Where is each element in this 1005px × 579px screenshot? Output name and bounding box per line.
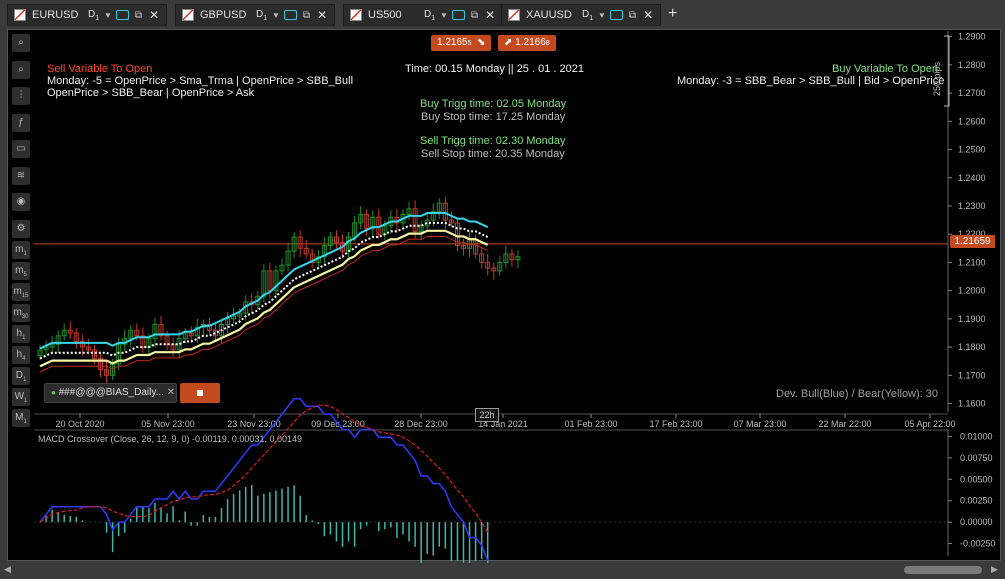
time-tick-label: 17 Feb 23:00 — [649, 419, 702, 429]
period-countdown-tag: 22h — [475, 408, 499, 422]
price-tick-label: 1.2000 — [958, 286, 986, 296]
price-tick-label: 1.2500 — [958, 145, 986, 155]
arrow-up-right-icon: ⬈ — [504, 37, 516, 48]
time-tick-label: 07 Mar 23:00 — [733, 419, 786, 429]
price-tick-label: 1.1700 — [958, 370, 986, 380]
horizontal-scrollbar[interactable] — [0, 563, 1005, 579]
sell-price-button[interactable]: 1.21655 ⬊ — [431, 35, 492, 51]
sell-trigger-time: Sell Trigg time: 02.30 Monday — [420, 135, 566, 147]
deviation-label: Dev. Bull(Blue) / Bear(Yellow): 30 — [776, 388, 939, 400]
stop-icon — [197, 390, 203, 396]
zoom-in-icon[interactable]: ⌕ — [12, 34, 30, 52]
sell-variable-line1: Monday: -5 = OpenPrice > Sma_Trma | Open… — [47, 75, 354, 87]
scroll-right-icon[interactable]: ▶ — [991, 564, 998, 575]
price-tick-label: 1.2800 — [958, 60, 986, 70]
time-tick-label: 20 Oct 2020 — [55, 419, 104, 429]
buy-price-button[interactable]: ⬈ 1.21668 — [498, 35, 556, 51]
macd-tick-label: -0.00250 — [960, 539, 996, 549]
macd-tick-label: 0.00500 — [960, 474, 993, 484]
buy-variable-line1: Monday: -3 = SBB_Bear > SBB_Bull | Bid >… — [677, 75, 945, 87]
timeframe-button-M1[interactable]: M1 — [12, 408, 30, 427]
price-tick-label: 1.2700 — [958, 88, 986, 98]
current-price-label: 1.21659 — [950, 235, 995, 248]
timeframe-button-m5[interactable]: m5 — [12, 261, 30, 280]
time-tick-label: 23 Nov 23:00 — [227, 419, 281, 429]
timeframe-button-m1[interactable]: m1 — [12, 240, 30, 259]
price-tick-label: 1.1600 — [958, 399, 986, 409]
price-tick-label: 1.2900 — [958, 32, 986, 42]
arrow-down-right-icon: ⬊ — [474, 37, 486, 48]
macd-tick-label: 0.00000 — [960, 517, 993, 527]
time-tick-label: 22 Mar 22:00 — [818, 419, 871, 429]
cbot-panel[interactable]: ● ###@@@BIAS_Daily... ✕ — [44, 383, 177, 403]
timeframe-button-m15[interactable]: m15 — [12, 282, 30, 301]
buy-stop-time: Buy Stop time: 17.25 Monday — [421, 111, 566, 123]
price-tick-label: 1.2100 — [958, 257, 986, 267]
buy-trigger-time: Buy Trigg time: 02.05 Monday — [420, 98, 567, 110]
sell-variable-title: Sell Variable To Open — [47, 63, 153, 75]
time-tick-label: 05 Nov 23:00 — [141, 419, 195, 429]
timeframe-button-D1[interactable]: D1 — [12, 366, 30, 385]
time-tick-label: 28 Dec 23:00 — [394, 419, 448, 429]
macd-tick-label: 0.00750 — [960, 453, 993, 463]
settings-chart-icon[interactable]: ⚙ — [12, 219, 30, 238]
timeframe-button-m30[interactable]: m30 — [12, 303, 30, 322]
layers-icon[interactable]: ≋ — [12, 166, 30, 185]
price-tick-label: 1.2600 — [958, 116, 986, 126]
price-tick-label: 1.1800 — [958, 342, 986, 352]
time-tick-label: 05 Apr 22:00 — [904, 419, 955, 429]
chart-type-icon[interactable]: ⫶ — [12, 87, 30, 105]
eye-icon[interactable]: ◉ — [12, 193, 30, 211]
indicator-icon[interactable]: ƒ — [12, 113, 30, 132]
buy-variable-title: Buy Variable To Open — [832, 63, 938, 75]
time-line: Time: 00.15 Monday || 25 . 01 . 2021 — [405, 63, 584, 75]
ma-red-line — [39, 235, 488, 373]
scroll-left-icon[interactable]: ◀ — [4, 564, 11, 575]
timeframe-button-h1[interactable]: h1 — [12, 324, 30, 343]
scrollbar-thumb[interactable] — [904, 566, 982, 574]
stop-cbot-button[interactable] — [180, 383, 220, 403]
price-tick-label: 1.2400 — [958, 173, 986, 183]
cbot-label: ###@@@BIAS_Daily... — [58, 387, 164, 398]
macd-tick-label: 0.00250 — [960, 496, 993, 506]
pips-scale-label: 250 pips — [932, 61, 942, 96]
macd-title: MACD Crossover (Close, 26, 12, 9, 0) -0.… — [38, 434, 302, 444]
chart-toolbar: ⌕ ⌕ ⫶ ƒ ▭ ≋ ◉ ⚙ m1 m5 m15 m30 h1 h4 D1 W1 M1 — [9, 31, 33, 431]
sell-stop-time: Sell Stop time: 20.35 Monday — [421, 148, 565, 160]
zoom-out-icon[interactable]: ⌕ — [12, 60, 30, 79]
status-dot-icon: ● — [51, 388, 56, 397]
time-tick-label: 01 Feb 23:00 — [564, 419, 617, 429]
timeframe-button-W1[interactable]: W1 — [12, 387, 30, 406]
sell-variable-line2: OpenPrice > SBB_Bear | OpenPrice > Ask — [47, 87, 255, 99]
price-tick-label: 1.2300 — [958, 201, 986, 211]
price-tick-label: 1.1900 — [958, 314, 986, 324]
timeframe-button-h4[interactable]: h4 — [12, 345, 30, 364]
pattern-icon[interactable]: ▭ — [12, 140, 30, 158]
macd-tick-label: 0.01000 — [960, 431, 993, 441]
close-icon[interactable]: ✕ — [167, 387, 175, 398]
